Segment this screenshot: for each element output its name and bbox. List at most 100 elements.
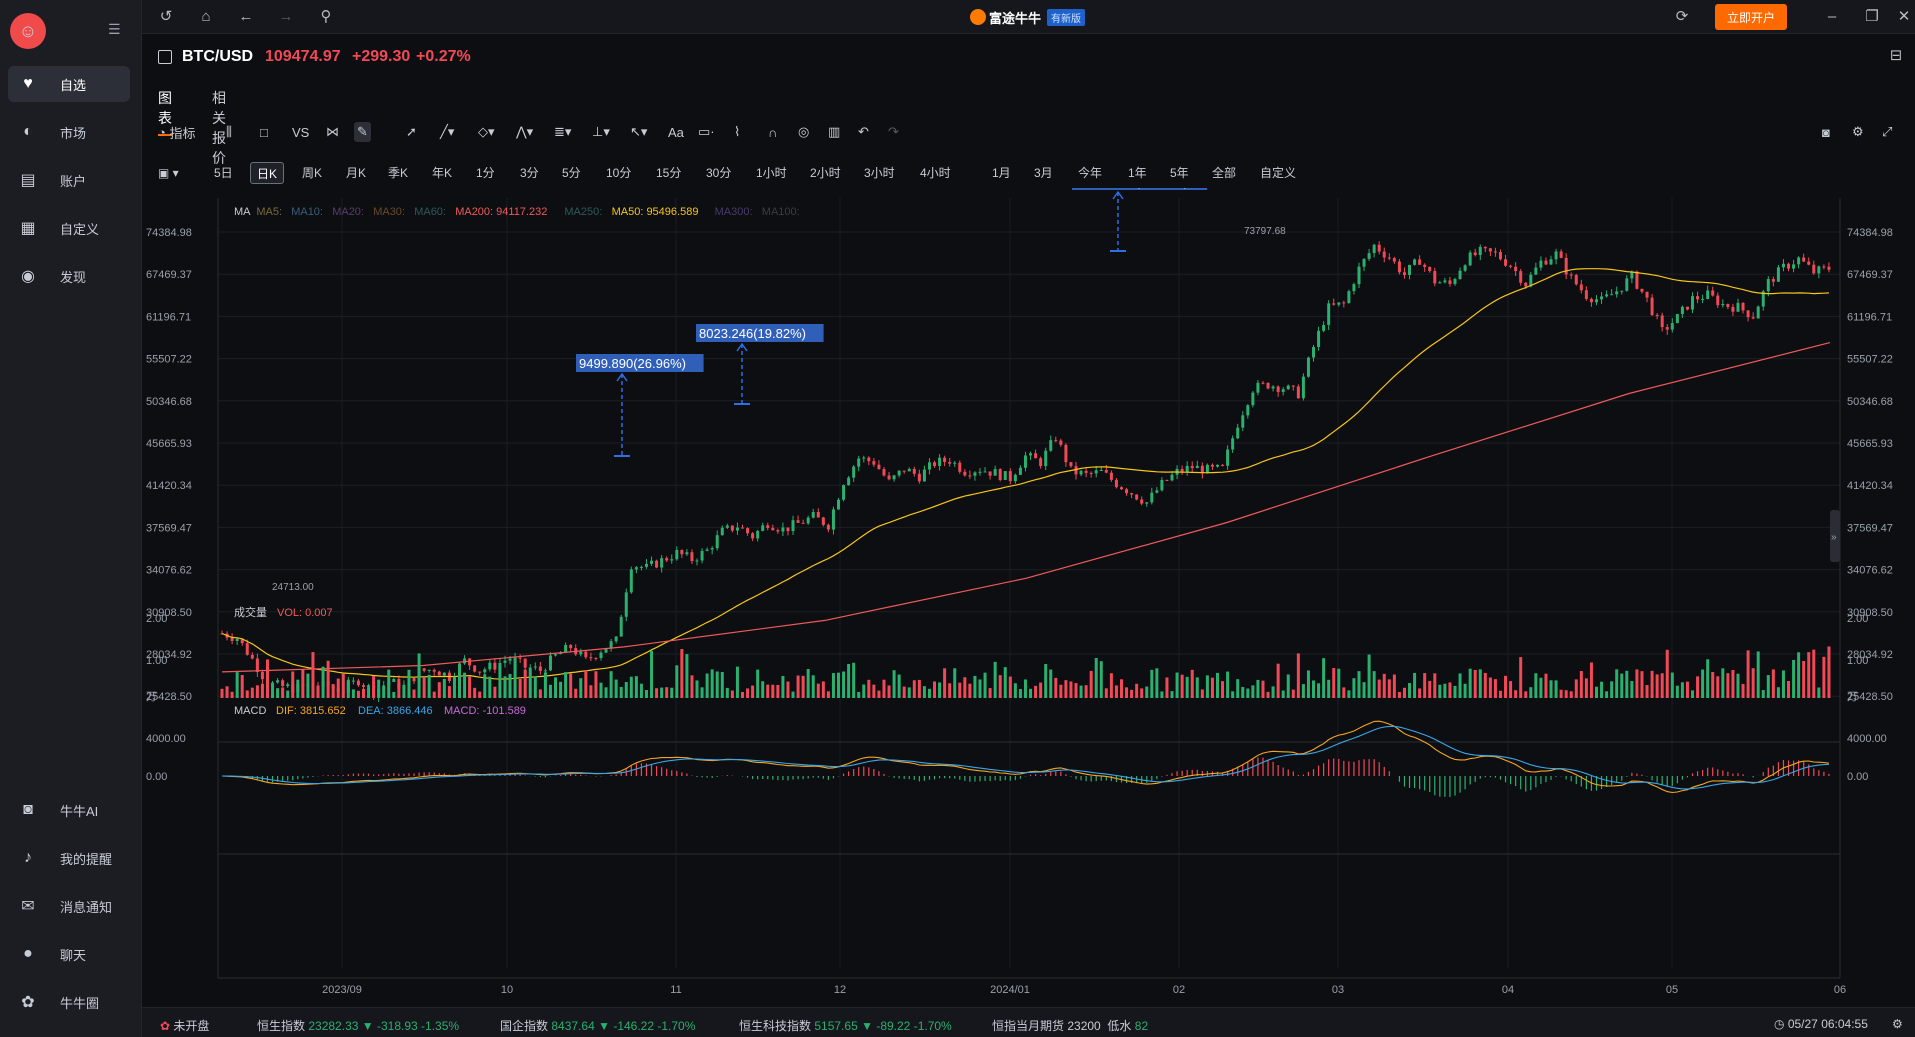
candle-body	[493, 662, 497, 670]
rectangle-icon[interactable]: □	[260, 122, 268, 142]
period-10m[interactable]: 10分	[606, 162, 631, 184]
measure-tool-icon[interactable]: ⊥▾	[592, 122, 610, 142]
sidebar-collapse-icon[interactable]: ☰	[108, 22, 124, 36]
forward-arrow-icon[interactable]: →	[276, 7, 296, 27]
volume-bar	[1680, 682, 1684, 698]
volume-bar	[751, 685, 755, 698]
volume-bar	[958, 682, 962, 698]
fib-tool-icon[interactable]: ≣▾	[554, 122, 571, 142]
text-tool-button[interactable]: Aa	[668, 122, 684, 142]
period-yearly[interactable]: 年K	[432, 162, 452, 184]
volume-bar	[1458, 673, 1462, 698]
period-5m[interactable]: 5分	[562, 162, 581, 184]
refresh-icon[interactable]: ⟳	[1672, 7, 1692, 27]
eye-icon[interactable]: ◎	[798, 122, 809, 142]
restore-icon[interactable]: ❐	[1862, 7, 1882, 27]
period-4h[interactable]: 4小时	[920, 162, 951, 184]
close-icon[interactable]: ✕	[1894, 7, 1914, 27]
trash-icon[interactable]: ▥	[828, 122, 840, 142]
period-2h[interactable]: 2小时	[810, 162, 841, 184]
draw-pencil-icon[interactable]: ✎	[354, 122, 371, 142]
cursor-icon[interactable]: ➚	[406, 122, 417, 142]
volume-bar	[306, 673, 310, 698]
period-30m[interactable]: 30分	[706, 162, 731, 184]
indicator-button[interactable]: ◔ 指标	[158, 122, 195, 142]
sidebar-item-circle[interactable]: ✿ 牛牛圈	[8, 984, 130, 1020]
sidebar-item-reminders[interactable]: ♪ 我的提醒	[8, 840, 130, 876]
expand-panel-icon[interactable]: ⊟	[1886, 46, 1906, 66]
period-1m[interactable]: 1分	[476, 162, 495, 184]
sidebar-item-chat[interactable]: ● 聊天	[8, 936, 130, 972]
sidebar-item-label: 自定义	[60, 221, 100, 237]
period-5d[interactable]: 5日	[214, 162, 233, 184]
avatar[interactable]: ☺	[10, 13, 46, 49]
sidebar-item-account[interactable]: ▤ 账户	[8, 162, 130, 198]
candle-body	[442, 672, 446, 676]
index-hsi-futures[interactable]: 恒指当月期货 23200 低水 82	[992, 1017, 1148, 1034]
period-custom[interactable]: 自定义	[1260, 162, 1296, 184]
sidebar-item-label: 牛牛AI	[60, 803, 99, 819]
lock-icon[interactable]: ∩	[768, 122, 777, 142]
home-icon[interactable]: ⌂	[196, 7, 216, 27]
index-hsi[interactable]: 恒生指数 23282.33 ▼ -318.93 -1.35%	[257, 1017, 459, 1034]
period-1y[interactable]: 1年	[1128, 162, 1147, 184]
arrow-tool-icon[interactable]: ↖▾	[630, 122, 647, 142]
sidebar-item-discover[interactable]: ◉ 发现	[8, 258, 130, 294]
period-1h[interactable]: 1小时	[756, 162, 787, 184]
period-15m[interactable]: 15分	[656, 162, 681, 184]
period-3mo[interactable]: 3月	[1034, 162, 1053, 184]
pattern-tool-icon[interactable]: ⋀▾	[516, 122, 533, 142]
market-state[interactable]: ✿ 未开盘	[160, 1017, 209, 1034]
comment-icon[interactable]: ▭·	[698, 122, 715, 142]
sidebar-item-market[interactable]: ◐ 市场	[8, 114, 130, 150]
search-icon[interactable]: ⚲	[316, 7, 336, 27]
redo-icon[interactable]: ↷	[888, 122, 899, 142]
sidebar-item-ai[interactable]: ◙ 牛牛AI	[8, 792, 130, 828]
volume-bar	[655, 688, 659, 698]
sidebar-item-messages[interactable]: ✉ 消息通知	[8, 888, 130, 924]
period-weekly[interactable]: 周K	[302, 162, 322, 184]
update-badge[interactable]: 有新版	[1047, 8, 1086, 26]
fullscreen-icon[interactable]: ⤢	[1882, 122, 1892, 142]
volume-bar	[265, 659, 269, 698]
candle-style-icon[interactable]: ⫼	[226, 122, 232, 142]
settings-gear-icon[interactable]: ⚙	[1852, 122, 1864, 142]
candlestick-chart[interactable]: 74384.98 74384.98 67469.37 67469.37 61196.71…	[142, 172, 1915, 1005]
index-hstech[interactable]: 恒生科技指数 5157.65 ▼ -89.22 -1.70%	[739, 1017, 952, 1034]
candle-body	[1524, 282, 1528, 287]
candle-body	[751, 533, 755, 539]
shape-tool-icon[interactable]: ◇▾	[478, 122, 495, 142]
sidebar-item-watchlist[interactable]: ♥ 自选	[8, 66, 130, 102]
sidebar-item-custom[interactable]: ▦ 自定义	[8, 210, 130, 246]
undo-icon[interactable]: ↶	[858, 122, 869, 142]
status-settings-icon[interactable]: ⚙	[1892, 1017, 1903, 1031]
candle-body	[1408, 264, 1412, 275]
period-quarterly[interactable]: 季K	[388, 162, 408, 184]
chart-area[interactable]: 74384.98 74384.98 67469.37 67469.37 61196.71…	[142, 172, 1915, 1005]
period-all[interactable]: 全部	[1212, 162, 1236, 184]
minimize-icon[interactable]: –	[1822, 7, 1842, 27]
period-3m[interactable]: 3分	[520, 162, 539, 184]
period-ytd[interactable]: 今年	[1078, 162, 1102, 184]
index-hscei[interactable]: 国企指数 8437.64 ▼ -146.22 -1.70%	[500, 1017, 695, 1034]
camera-icon[interactable]: ◙	[1822, 122, 1830, 142]
history-icon[interactable]: ↺	[156, 7, 176, 27]
period-3h[interactable]: 3小时	[864, 162, 895, 184]
period-monthly[interactable]: 月K	[346, 162, 366, 184]
candle-body	[1104, 470, 1108, 473]
symbol-list-icon[interactable]	[158, 50, 172, 64]
period-5y[interactable]: 5年	[1170, 162, 1189, 184]
volume-bar	[1008, 676, 1012, 698]
volume-bar	[1301, 684, 1305, 698]
compare-chart-icon[interactable]: ⋈	[326, 122, 339, 142]
line-tool-icon[interactable]: ╱▾	[440, 122, 454, 142]
magnet-icon[interactable]: ⌇	[734, 122, 740, 142]
period-1mo[interactable]: 1月	[992, 162, 1011, 184]
period-daily[interactable]: 日K	[250, 162, 285, 184]
back-arrow-icon[interactable]: ←	[236, 7, 256, 27]
candle-body	[1054, 440, 1058, 442]
open-account-button[interactable]: 立即开户	[1715, 4, 1787, 30]
vs-button[interactable]: VS	[292, 122, 309, 142]
candle-body	[655, 560, 659, 568]
period-dropdown-icon[interactable]: ▣ ▾	[158, 162, 179, 184]
